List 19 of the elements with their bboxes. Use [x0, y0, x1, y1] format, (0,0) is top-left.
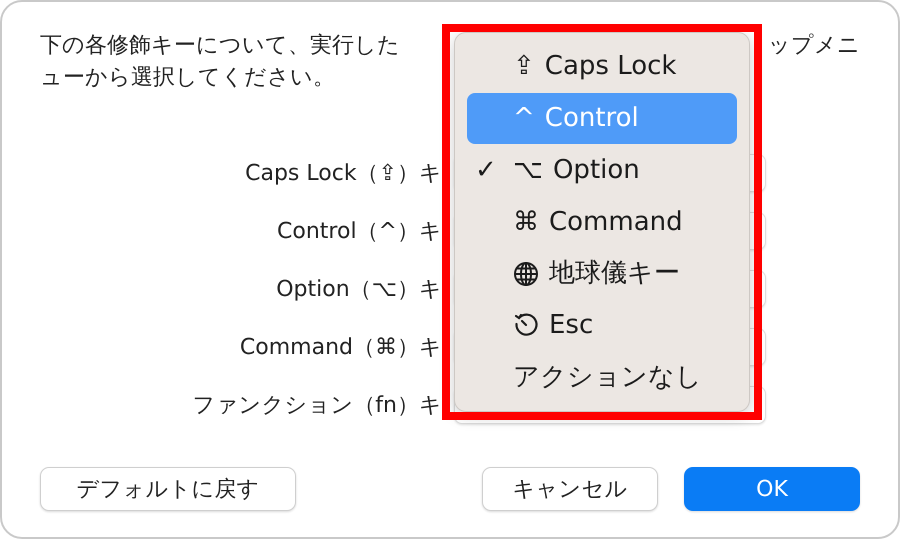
instruction-text: ューから選択してください。 [40, 65, 335, 90]
menu-item[interactable]: ⌘ Command [467, 196, 737, 248]
ok-button[interactable]: OK [684, 467, 860, 511]
globe-icon [513, 260, 539, 287]
escape-icon [513, 312, 539, 338]
menu-item[interactable]: アクションなし [467, 351, 737, 404]
instruction-text: ップメニ [768, 32, 860, 60]
key-label: Command（⌘）キ [238, 334, 442, 362]
cancel-button[interactable]: キャンセル [482, 467, 658, 511]
menu-item[interactable]: ✓ ⌥ Option [467, 144, 737, 196]
restore-defaults-button[interactable]: デフォルトに戻す [40, 467, 296, 511]
key-label: Control（^）キ [276, 218, 442, 246]
menu-item[interactable]: 地球儀キー [467, 248, 737, 300]
menu-item[interactable]: Esc [467, 300, 737, 352]
key-label: Caps Lock（⇪）キ [244, 160, 442, 188]
key-label: ファンクション（fn）キ [191, 392, 442, 420]
menu-item[interactable]: ⇪ Caps Lock [467, 41, 737, 93]
key-label: Option（⌥）キ [275, 276, 442, 304]
instruction-text: 下の各修飾キーについて、実行した [40, 32, 400, 60]
